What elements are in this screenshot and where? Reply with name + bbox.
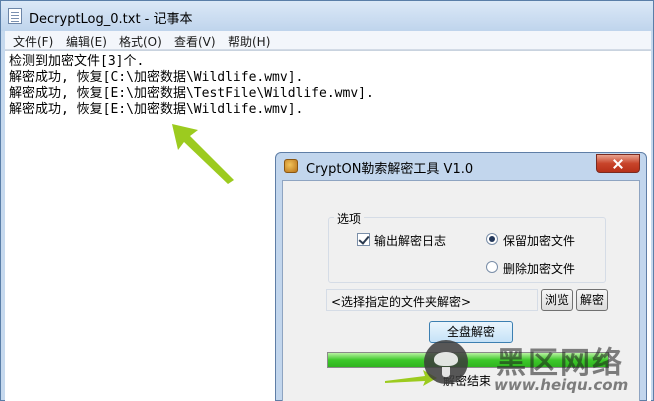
menu-edit[interactable]: 编辑(E) [66,33,107,50]
delete-encrypted-label[interactable]: 删除加密文件 [503,260,575,277]
browse-button[interactable]: 浏览 [541,289,573,311]
app-icon [284,159,298,173]
decrypt-button[interactable]: 解密 [576,289,608,311]
options-group-label: 选项 [334,210,365,227]
notepad-titlebar[interactable]: DecryptLog_0.txt - 记事本 [1,1,653,31]
dialog-title: CryptON勒索解密工具 V1.0 [306,162,474,177]
notepad-icon [8,8,22,24]
keep-encrypted-radio[interactable] [486,233,498,245]
output-log-checkbox[interactable] [357,233,370,246]
output-log-label[interactable]: 输出解密日志 [374,232,446,249]
log-line: 解密成功, 恢复[E:\加密数据\TestFile\Wildlife.wmv]. [9,86,374,101]
arrow-icon [172,124,234,184]
log-line: 解密成功, 恢复[E:\加密数据\Wildlife.wmv]. [9,102,304,117]
watermark: 黑区网络 www.heiqu.com [420,336,654,401]
watermark-logo-icon [424,340,468,384]
menu-help[interactable]: 帮助(H) [228,33,270,50]
notepad-title: DecryptLog_0.txt - 记事本 [29,12,193,27]
close-icon[interactable] [596,154,640,173]
watermark-url: www.heiqu.com [494,376,629,394]
notepad-menubar: 文件(F) 编辑(E) 格式(O) 查看(V) 帮助(H) [5,31,651,50]
menu-format[interactable]: 格式(O) [119,33,162,50]
menu-view[interactable]: 查看(V) [174,33,216,50]
folder-path-field[interactable]: <选择指定的文件夹解密> [326,289,538,311]
keep-encrypted-label[interactable]: 保留加密文件 [503,232,575,249]
log-line: 检测到加密文件[3]个. [9,54,145,69]
log-line: 解密成功, 恢复[C:\加密数据\Wildlife.wmv]. [9,70,304,85]
delete-encrypted-radio[interactable] [486,261,498,273]
dialog-titlebar[interactable]: CryptON勒索解密工具 V1.0 [276,153,646,179]
menu-file[interactable]: 文件(F) [13,33,53,50]
